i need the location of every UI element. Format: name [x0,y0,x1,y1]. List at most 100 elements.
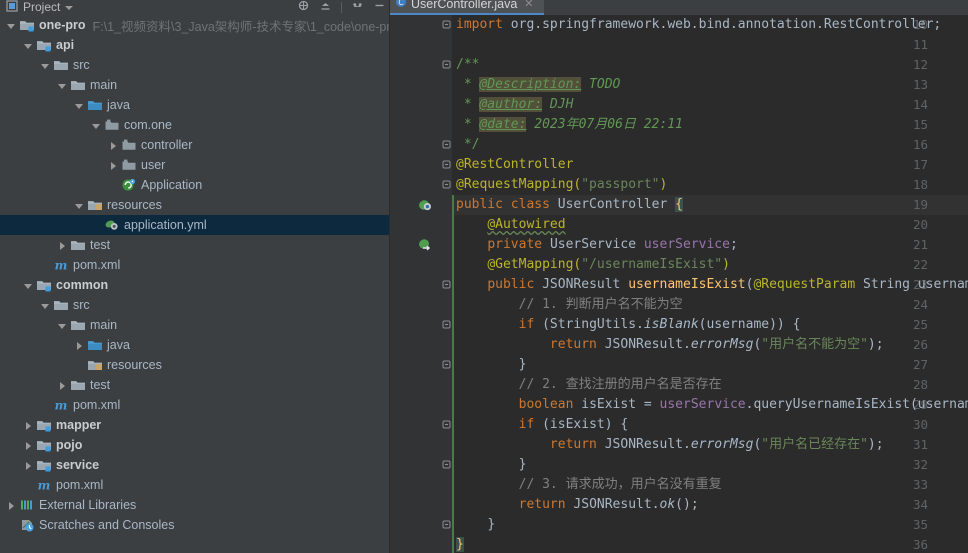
chevron-down-icon[interactable] [91,120,102,131]
project-tree[interactable]: one-pro F:\1_视频资料\3_Java架构师-技术专家\1_code\o… [0,15,390,535]
code-line-10[interactable]: 10 import org.springframework.web.bind.an… [390,15,968,35]
tree-item-controller[interactable]: controller [0,135,390,155]
editor-gutter[interactable] [390,475,452,495]
chevron-down-icon[interactable] [40,300,51,311]
chevron-right-icon[interactable] [57,380,68,391]
editor-gutter[interactable] [390,215,452,235]
code-line-32[interactable]: 32 } [390,455,968,475]
close-icon[interactable]: ✕ [524,0,533,10]
editor-gutter[interactable] [390,495,452,515]
chevron-right-icon[interactable] [108,140,119,151]
code-line-35[interactable]: 35 } [390,515,968,535]
chevron-right-icon[interactable] [23,460,34,471]
chevron-right-icon[interactable] [74,340,85,351]
hide-icon[interactable] [373,0,386,15]
chevron-right-icon[interactable] [57,240,68,251]
code-fold-marker[interactable] [442,355,452,375]
code-line-20[interactable]: 20 @Autowired [390,215,968,235]
code-fold-marker[interactable] [442,275,452,295]
code-line-36[interactable]: 36} [390,535,968,553]
tree-item-application-yml[interactable]: application.yml [0,215,390,235]
code-line-16[interactable]: 16 */ [390,135,968,155]
code-line-26[interactable]: 26 return JSONResult.errorMsg("用户名不能为空")… [390,335,968,355]
tree-item-user[interactable]: user [0,155,390,175]
editor-gutter[interactable] [390,295,452,315]
tree-item-pom-xml[interactable]: m pom.xml [0,475,390,495]
chevron-down-icon[interactable] [40,60,51,71]
code-line-22[interactable]: 22 @GetMapping("/usernameIsExist") [390,255,968,275]
locate-icon[interactable] [297,0,310,15]
tree-item-pom-xml[interactable]: m pom.xml [0,395,390,415]
editor-gutter[interactable] [390,35,452,55]
chevron-down-icon[interactable] [57,80,68,91]
code-fold-marker[interactable] [442,515,452,535]
code-fold-marker[interactable] [442,155,452,175]
editor-gutter[interactable] [390,95,452,115]
tree-item-resources[interactable]: resources [0,195,390,215]
code-line-33[interactable]: 33 // 3. 请求成功，用户名没有重复 [390,475,968,495]
code-fold-marker[interactable] [442,455,452,475]
tree-item-java[interactable]: java [0,95,390,115]
code-line-34[interactable]: 34 return JSONResult.ok(); [390,495,968,515]
tree-item-src[interactable]: src [0,295,390,315]
editor-gutter[interactable] [390,435,452,455]
settings-gear-icon[interactable] [351,0,364,15]
code-fold-marker[interactable] [442,55,452,75]
code-fold-marker[interactable] [442,415,452,435]
editor-gutter[interactable] [390,535,452,553]
tree-item-service[interactable]: service [0,455,390,475]
chevron-down-icon[interactable] [23,280,34,291]
tree-item-resources[interactable]: resources [0,355,390,375]
tree-item-main[interactable]: main [0,315,390,335]
tree-item-common[interactable]: common [0,275,390,295]
code-line-17[interactable]: 17 @RestController [390,155,968,175]
code-line-21[interactable]: 21 private UserService userService; [390,235,968,255]
tree-item-pojo[interactable]: pojo [0,435,390,455]
spring-bean-icon[interactable] [418,198,432,212]
chevron-right-icon[interactable] [6,500,17,511]
editor-gutter[interactable] [390,115,452,135]
editor-gutter[interactable] [390,255,452,275]
chevron-right-icon[interactable] [108,160,119,171]
tree-item-pom-xml[interactable]: m pom.xml [0,255,390,275]
code-fold-marker[interactable] [442,15,452,35]
tree-item-one-pro[interactable]: one-pro F:\1_视频资料\3_Java架构师-技术专家\1_code\o… [0,15,390,35]
code-editor[interactable]: 10 import org.springframework.web.bind.an… [390,15,968,553]
tree-item-com-one[interactable]: com.one [0,115,390,135]
code-line-31[interactable]: 31 return JSONResult.errorMsg("用户名已经存在")… [390,435,968,455]
code-fold-marker[interactable] [442,315,452,335]
code-line-18[interactable]: 18 @RequestMapping("passport") [390,175,968,195]
code-line-23[interactable]: 23 public JSONResult usernameIsExist(@Re… [390,275,968,295]
tree-item-test[interactable]: test [0,375,390,395]
chevron-down-icon[interactable] [74,200,85,211]
tree-item-src[interactable]: src [0,55,390,75]
tree-item-external-libraries[interactable]: External Libraries [0,495,390,515]
code-line-14[interactable]: 14 * @author: DJH [390,95,968,115]
editor-gutter[interactable] [390,375,452,395]
code-line-29[interactable]: 29 boolean isExist = userService.queryUs… [390,395,968,415]
chevron-right-icon[interactable] [23,420,34,431]
code-line-13[interactable]: 13 * @Description: TODO [390,75,968,95]
sidebar-editor-divider[interactable] [389,0,390,553]
code-fold-marker[interactable] [442,175,452,195]
editor-gutter[interactable] [390,75,452,95]
tree-item-main[interactable]: main [0,75,390,95]
project-tool-title-button[interactable]: Project [6,0,74,15]
collapse-all-icon[interactable] [319,0,332,15]
code-line-24[interactable]: 24 // 1. 判断用户名不能为空 [390,295,968,315]
chevron-right-icon[interactable] [23,440,34,451]
code-line-28[interactable]: 28 // 2. 查找注册的用户名是否存在 [390,375,968,395]
spring-autowire-icon[interactable] [418,238,432,252]
editor-gutter[interactable] [390,395,452,415]
editor-gutter[interactable] [390,335,452,355]
tree-item-java[interactable]: java [0,335,390,355]
code-line-27[interactable]: 27 } [390,355,968,375]
chevron-down-icon[interactable] [65,5,74,10]
chevron-down-icon[interactable] [6,20,17,31]
code-line-25[interactable]: 25 if (StringUtils.isBlank(username)) { [390,315,968,335]
tree-item-api[interactable]: api [0,35,390,55]
code-line-11[interactable]: 11 [390,35,968,55]
tree-item-test[interactable]: test [0,235,390,255]
tab-usercontroller-java[interactable]: C UserController.java ✕ [390,0,544,15]
code-line-19[interactable]: 19 public class UserController { [390,195,968,215]
